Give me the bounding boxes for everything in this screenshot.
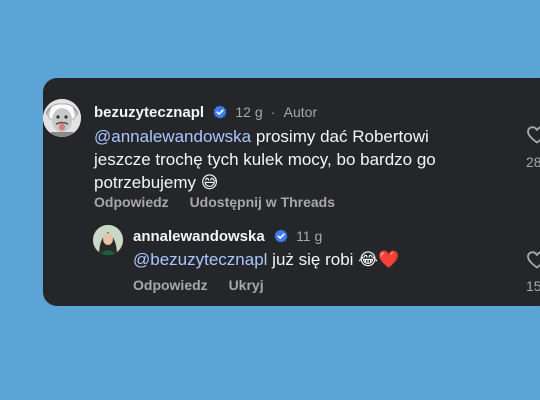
- replier-username-row: annalewandowska 11 g: [133, 228, 322, 245]
- hide-button[interactable]: Ukryj: [229, 277, 264, 293]
- comment-like-count: 28: [526, 154, 540, 170]
- laugh-heart-emoji: 😂❤️: [358, 250, 400, 270]
- reply-body: już się robi: [267, 250, 359, 269]
- reply-like-count: 15: [526, 278, 540, 294]
- comment-time: 12 g: [235, 104, 263, 120]
- commenter-username[interactable]: bezuzytecznapl: [94, 104, 204, 121]
- verified-badge-icon: [213, 105, 227, 119]
- reply-reply-button[interactable]: Odpowiedz: [133, 277, 208, 293]
- heart-icon[interactable]: [527, 126, 540, 144]
- reply-actions: Odpowiedz Ukryj: [133, 277, 281, 293]
- comment-card: bezuzytecznapl 12 g · Autor @annalewando…: [43, 78, 540, 306]
- comment-text: @annalewandowska prosimy dać Robertowi j…: [94, 125, 474, 195]
- reply-mention-link[interactable]: @bezuzytecznapl: [133, 250, 267, 269]
- verified-badge-icon: [274, 229, 288, 243]
- commenter-username-row: bezuzytecznapl 12 g · Autor: [94, 104, 317, 121]
- heart-icon[interactable]: [527, 251, 540, 269]
- commenter-avatar[interactable]: [43, 99, 81, 137]
- replier-avatar[interactable]: [93, 225, 123, 255]
- comment-actions: Odpowiedz Udostępnij w Threads: [94, 194, 352, 210]
- share-threads-button[interactable]: Udostępnij w Threads: [190, 194, 335, 210]
- reply-time: 11 g: [296, 228, 323, 244]
- reply-button[interactable]: Odpowiedz: [94, 194, 169, 210]
- reply-text: @bezuzytecznapl już się robi 😂❤️: [133, 248, 493, 272]
- comment-mention-link[interactable]: @annalewandowska: [94, 127, 251, 146]
- sweat-smile-emoji: 😅: [200, 173, 219, 193]
- meta-separator: ·: [270, 104, 276, 120]
- replier-username[interactable]: annalewandowska: [133, 228, 265, 245]
- author-badge: Autor: [283, 104, 318, 120]
